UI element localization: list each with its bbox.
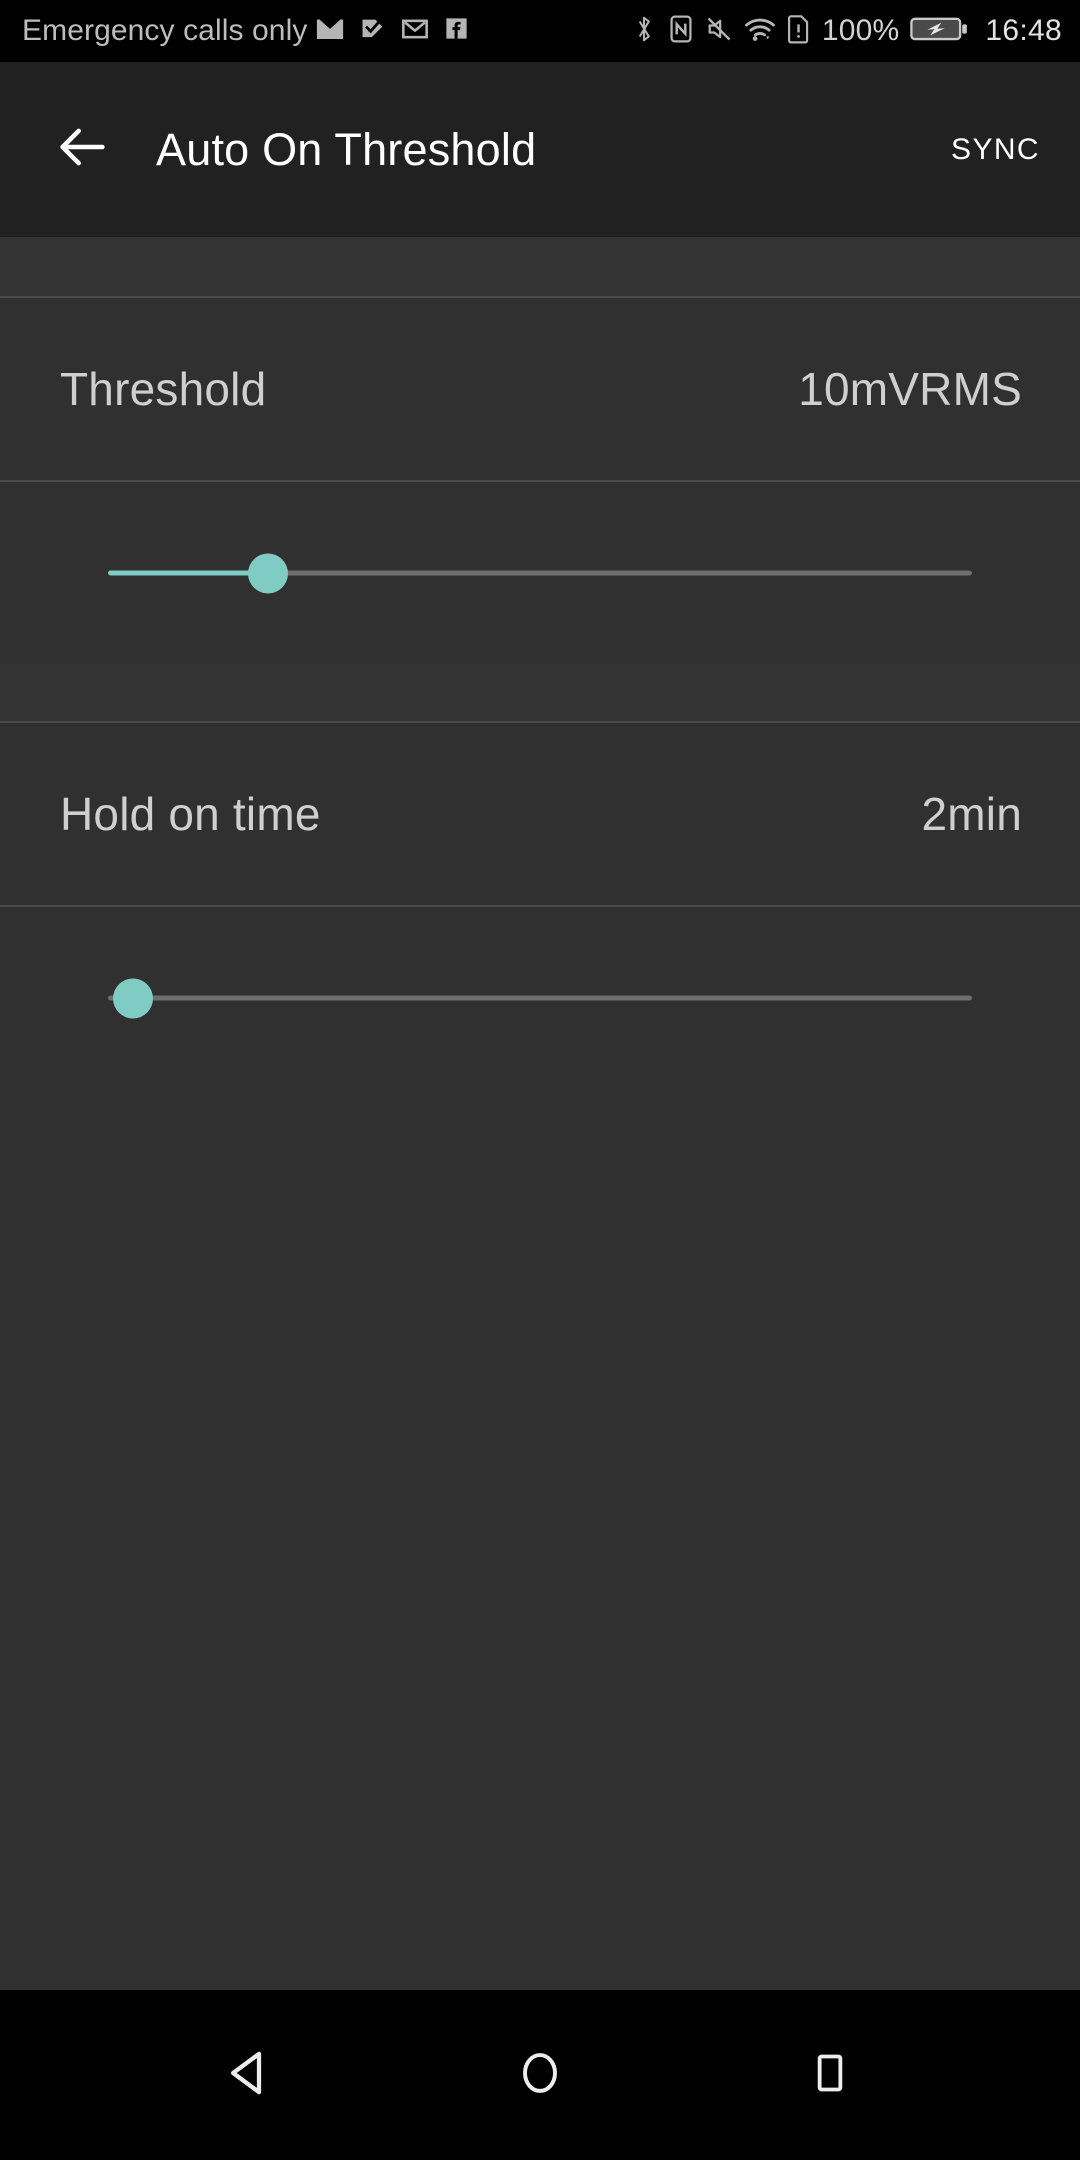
battery-percent-label: 100%: [821, 14, 900, 47]
slider-thumb-threshold[interactable]: [247, 553, 288, 593]
slider-track-hold-on-time[interactable]: [108, 978, 972, 1018]
slider-thumb-hold-on-time[interactable]: [113, 978, 154, 1018]
phone-screen: Emergency calls only 100% 16:48 Auto On …: [0, 0, 1080, 2160]
gmail-icon: [401, 15, 429, 48]
back-button[interactable]: [52, 119, 114, 181]
page-title: Auto On Threshold: [156, 123, 537, 175]
clock-label: 16:48: [985, 14, 1062, 47]
nav-home-circle-icon: [515, 2048, 565, 2103]
settings-list: Threshold 10mVRMS Hold on time 2min: [0, 237, 1080, 1990]
slider-fill-threshold: [108, 570, 268, 576]
facebook-icon: [443, 15, 470, 47]
nav-recents-button[interactable]: [785, 2030, 875, 2120]
app-bar: Auto On Threshold SYNC: [0, 62, 1080, 237]
status-bar-notification-icons: [315, 14, 470, 49]
top-spacer: [0, 237, 1080, 296]
nav-back-button[interactable]: [205, 2030, 295, 2120]
mute-icon: [705, 15, 733, 48]
status-bar: Emergency calls only 100% 16:48: [0, 0, 1080, 62]
setting-value-threshold: 10mVRMS: [798, 363, 1022, 415]
gmail-inbox-icon: [359, 15, 387, 48]
slider-row-hold-on-time[interactable]: [0, 907, 1080, 1089]
setting-label-hold-on-time: Hold on time: [60, 788, 321, 840]
email-icon: [315, 14, 345, 49]
setting-value-hold-on-time: 2min: [921, 788, 1022, 840]
slider-row-threshold[interactable]: [0, 482, 1080, 664]
navigation-bar: [0, 1990, 1080, 2160]
mid-spacer: [0, 664, 1080, 721]
slider-track-threshold[interactable]: [108, 553, 972, 593]
nav-home-button[interactable]: [495, 2030, 585, 2120]
battery-charging-icon: [910, 15, 968, 48]
nav-recents-square-icon: [807, 2050, 853, 2101]
wifi-icon: [744, 16, 776, 47]
setting-label-threshold: Threshold: [60, 363, 267, 415]
setting-row-hold-on-time[interactable]: Hold on time 2min: [0, 723, 1080, 905]
nav-back-triangle-icon: [223, 2046, 277, 2105]
bluetooth-icon: [631, 14, 657, 49]
back-arrow-icon: [55, 119, 111, 180]
sim-alert-icon: [787, 14, 811, 49]
sync-button[interactable]: SYNC: [951, 133, 1040, 167]
status-bar-system-icons: 100% 16:48: [631, 14, 1062, 49]
carrier-label: Emergency calls only: [22, 14, 308, 47]
nfc-icon: [668, 14, 694, 49]
setting-row-threshold[interactable]: Threshold 10mVRMS: [0, 298, 1080, 480]
